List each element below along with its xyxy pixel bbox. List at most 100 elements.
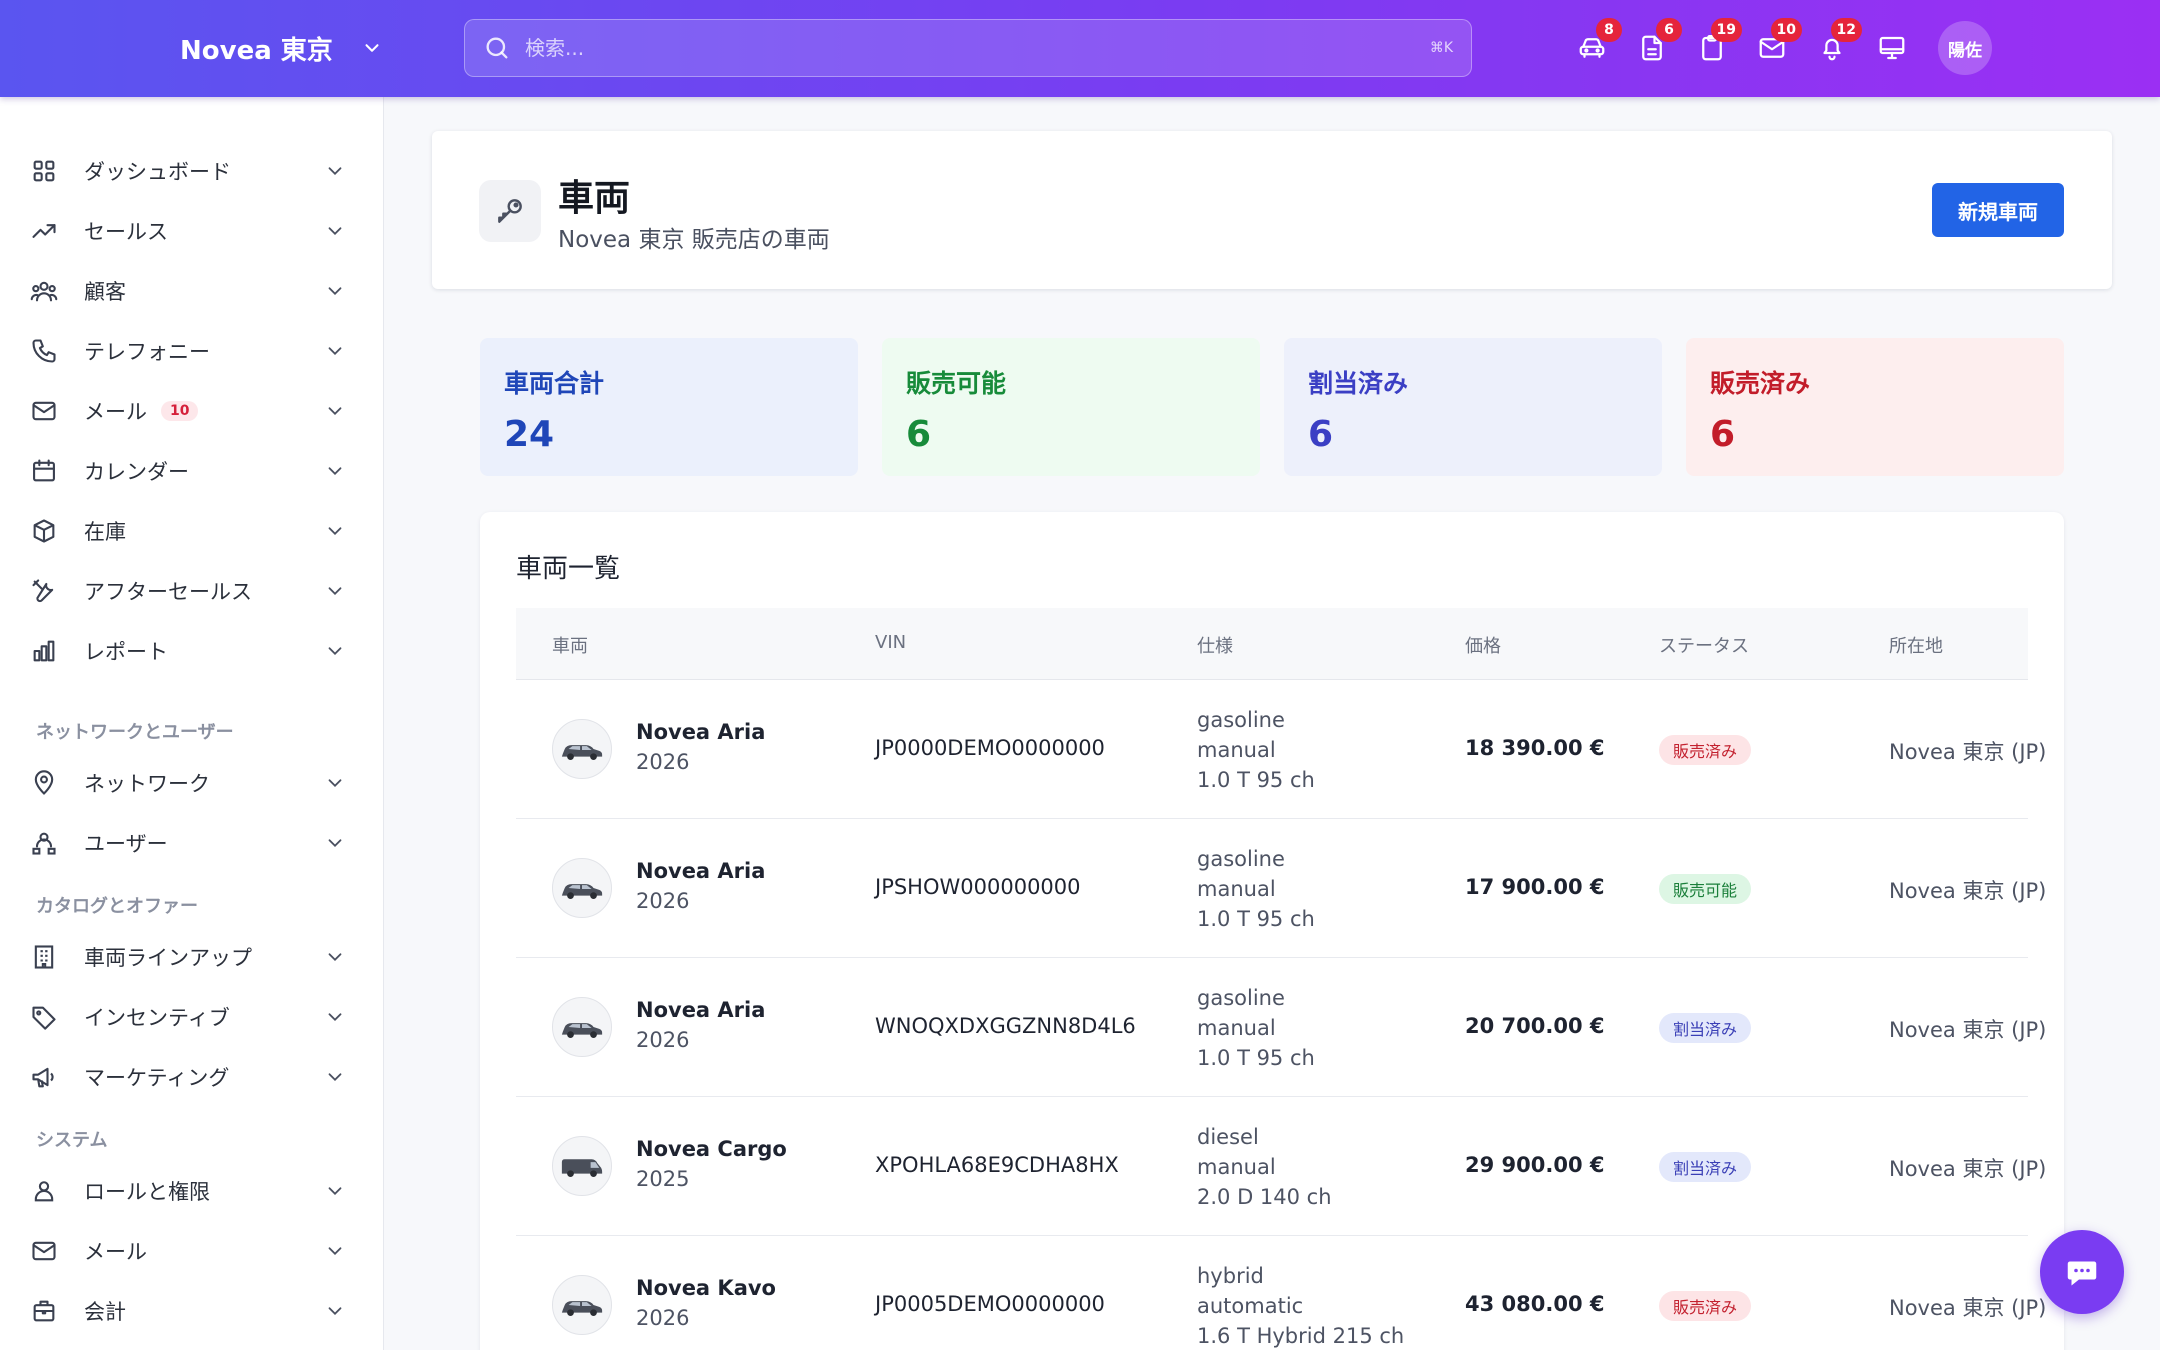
vehicle-location: Novea 東京 (JP) [1889,1296,2047,1320]
vehicle-thumbnail [552,1275,612,1335]
stat-card-available: 販売可能 6 [882,338,1260,476]
stat-label: 販売済み [1710,369,1811,398]
vehicle-year: 2026 [636,1306,690,1330]
notifications-button[interactable]: 12 [1812,18,1862,72]
page-subtitle: Novea 東京 販売店の車両 [558,227,830,253]
chevron-down-icon [328,287,342,296]
sidebar-item-label: レポート [84,640,168,664]
sidebar-item-label: 顧客 [84,280,126,304]
page-icon [479,180,541,242]
vehicle-name[interactable]: Novea Aria [636,859,765,883]
sidebar-item-system-mail[interactable]: メール [30,1225,354,1277]
sidebar-item-marketing[interactable]: マーケティング [30,1051,354,1103]
status-badge: 割当済み [1659,1152,1752,1182]
documents-button[interactable]: 6 [1632,18,1682,72]
user-network-icon [32,832,56,855]
search-shortcut: ⌘K [1429,40,1453,56]
sidebar-item-lineup[interactable]: 車両ラインアップ [30,931,354,983]
sidebar-item-calendar[interactable]: カレンダー [30,445,354,497]
sidebar-item-sales[interactable]: セールス [30,205,354,257]
sidebar-item-label: ダッシュボード [84,160,231,184]
column-header-price[interactable]: 価格 [1465,632,1501,658]
sidebar-item-label: テレフォニー [84,340,210,364]
vehicle-name[interactable]: Novea Kavo [636,1276,776,1300]
sidebar-item-label: インセンティブ [84,1006,230,1030]
table-row[interactable]: Novea Kavo 2026 JP0005DEMO0000000 hybrid aut… [516,1236,2046,1350]
vehicle-price: 18 390.00 € [1465,736,1605,760]
tools-icon [32,579,54,603]
map-pin-icon [34,770,54,795]
bar-chart-icon [33,640,55,662]
table-row[interactable]: Novea Aria 2026 WNOQXDXGGZNN8D4L6 gasoline m… [516,958,2046,1097]
messages-button[interactable]: 10 [1752,18,1802,72]
sidebar-item-label: メール [84,400,147,424]
spec-engine: 1.0 T 95 ch [1197,768,1315,792]
table-row[interactable]: Novea Cargo 2025 XPOHLA68E9CDHA8HX diesel ma… [516,1097,2046,1236]
calendar-icon [33,459,55,482]
sidebar-item-network[interactable]: ネットワーク [30,757,354,809]
sidebar-item-incentives[interactable]: インセンティブ [30,991,354,1043]
mail-icon [32,1241,56,1261]
vehicle-thumbnail [552,1136,612,1196]
stat-value: 6 [1710,414,1736,455]
chevron-down-icon [365,44,379,52]
sidebar-item-customers[interactable]: 顧客 [30,265,354,317]
vehicle-spec: diesel manual 2.0 D 140 ch [1197,1122,1332,1212]
sidebar-item-roles[interactable]: ロールと権限 [30,1165,354,1217]
user-avatar[interactable]: 陽佐 [1938,21,1992,75]
notification-badge: 10 [1770,18,1802,42]
sidebar-item-telephony[interactable]: テレフォニー [30,325,354,377]
column-header-vin[interactable]: VIN [875,632,906,653]
stat-value: 6 [1308,414,1334,455]
chevron-down-icon [328,527,342,536]
search-bar[interactable]: ⌘K [464,19,1472,77]
page-header: 車両 Novea 東京 販売店の車両 新規車両 [432,131,2112,289]
sidebar-item-inventory[interactable]: 在庫 [30,505,354,557]
column-header-status[interactable]: ステータス [1659,632,1749,658]
sidebar-item-accounting[interactable]: 会計 [30,1285,354,1337]
display-button[interactable] [1872,24,1912,72]
new-vehicle-button[interactable]: 新規車両 [1932,183,2064,237]
chevron-down-icon [328,647,342,656]
sidebar: ダッシュボード セールス 顧客 テレフォニー メール 10 カレンダー 在庫 ア… [0,97,384,1350]
stat-card-assigned: 割当済み 6 [1284,338,1662,476]
chat-button[interactable] [2040,1230,2124,1314]
vehicle-year: 2026 [636,889,690,913]
chevron-down-icon [328,167,342,176]
chevron-down-icon [328,407,342,416]
grid-icon [33,160,55,182]
search-input[interactable] [525,20,1430,76]
vehicle-thumbnail [552,719,612,779]
spec-engine: 2.0 D 140 ch [1197,1185,1332,1209]
vehicle-name[interactable]: Novea Aria [636,998,765,1022]
trend-up-icon [32,224,56,238]
table-row[interactable]: Novea Aria 2026 JPSHOW000000000 gasoline man… [516,819,2046,958]
building-icon [34,945,54,969]
dealer-switcher[interactable]: Novea 東京 [180,28,383,68]
sidebar-item-label: ネットワーク [84,772,210,796]
sidebar-item-mail[interactable]: メール 10 [30,385,354,437]
vehicle-name[interactable]: Novea Aria [636,720,765,744]
column-header-spec[interactable]: 仕様 [1197,632,1233,658]
sidebar-item-after-sales[interactable]: アフターセールス [30,565,354,617]
car-icon [561,884,603,900]
car-icon [561,745,603,761]
top-icon-group: 8 6 19 10 12 [1572,18,1912,72]
vehicle-name[interactable]: Novea Cargo [636,1137,787,1161]
chevron-down-icon [328,1013,342,1022]
vehicle-vin: JPSHOW000000000 [875,875,1081,899]
sidebar-item-label: カレンダー [84,460,189,484]
column-header-location[interactable]: 所在地 [1889,632,1943,658]
table-row[interactable]: Novea Aria 2026 JP0000DEMO0000000 gasoline m… [516,680,2046,819]
chevron-down-icon [328,779,342,788]
sidebar-item-dashboard[interactable]: ダッシュボード [30,145,354,197]
sidebar-item-reports[interactable]: レポート [30,625,354,677]
sidebar-item-label: ロールと権限 [84,1180,210,1204]
tasks-button[interactable]: 19 [1692,18,1742,72]
vehicle-spec: gasoline manual 1.0 T 95 ch [1197,983,1315,1073]
column-header-vehicle[interactable]: 車両 [552,632,588,658]
sidebar-item-label: アフターセールス [84,580,252,604]
sidebar-item-users[interactable]: ユーザー [30,817,354,869]
phone-icon [32,339,56,363]
vehicles-button[interactable]: 8 [1572,18,1622,72]
